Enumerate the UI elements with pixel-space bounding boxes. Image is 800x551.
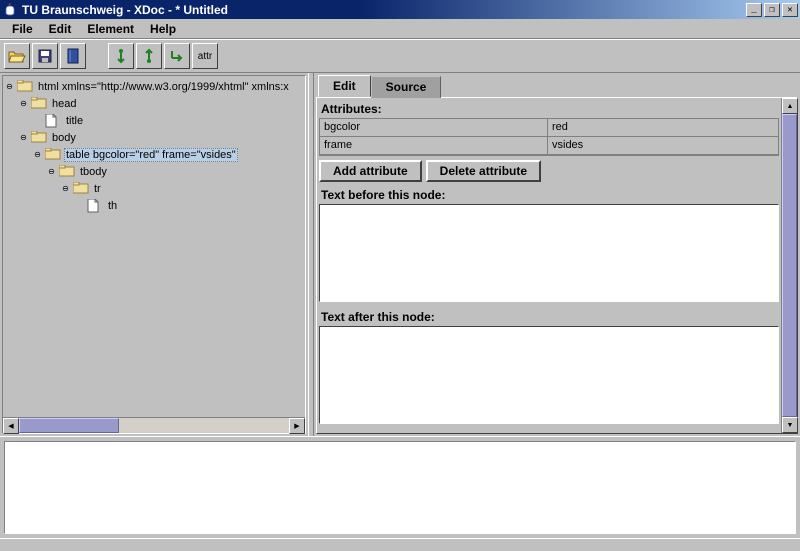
folder-icon (73, 182, 89, 195)
file-icon (87, 199, 103, 212)
tree-label: body (50, 132, 78, 144)
attr-name[interactable]: frame (320, 137, 548, 154)
attr-value[interactable]: vsides (548, 137, 778, 154)
tree-label: table bgcolor="red" frame="vsides" (64, 148, 238, 162)
tree-pane: ⊖ html xmlns="http://www.w3.org/1999/xht… (2, 75, 306, 434)
tree-row-head[interactable]: ⊖ head (5, 95, 303, 112)
scroll-track[interactable] (19, 418, 289, 433)
scroll-up-button[interactable]: ▲ (782, 98, 798, 114)
delete-attribute-button[interactable]: Delete attribute (426, 160, 541, 182)
save-button[interactable] (32, 43, 58, 69)
menu-bar: File Edit Element Help (0, 19, 800, 39)
attr-name[interactable]: bgcolor (320, 119, 548, 136)
close-button[interactable]: ✕ (782, 3, 798, 17)
tree-label: tr (92, 183, 103, 195)
scroll-thumb[interactable] (782, 114, 797, 417)
book-button[interactable] (60, 43, 86, 69)
folder-icon (45, 148, 61, 161)
tree-label: title (64, 115, 85, 127)
scroll-down-button[interactable]: ▼ (782, 417, 798, 433)
attribute-row[interactable]: frame vsides (320, 137, 778, 155)
vertical-splitter[interactable] (308, 73, 314, 436)
tree-row-html[interactable]: ⊖ html xmlns="http://www.w3.org/1999/xht… (5, 78, 303, 95)
main-area: ⊖ html xmlns="http://www.w3.org/1999/xht… (0, 73, 800, 436)
tree-label: head (50, 98, 78, 110)
attribute-buttons: Add attribute Delete attribute (319, 156, 779, 186)
window-title: TU Braunschweig - XDoc - * Untitled (22, 3, 744, 17)
tree-label: html xmlns="http://www.w3.org/1999/xhtml… (36, 81, 291, 93)
folder-icon (31, 131, 47, 144)
attr-button[interactable]: attr (192, 43, 218, 69)
expand-toggle-icon[interactable]: ⊖ (61, 184, 70, 193)
tree-row-th[interactable]: th (5, 197, 303, 214)
toolbar: attr (0, 39, 800, 73)
attributes-header: Attributes: (319, 100, 779, 118)
tree-label: tbody (78, 166, 109, 178)
maximize-button[interactable]: ❐ (764, 3, 780, 17)
tree-label: th (106, 200, 119, 212)
text-after-input[interactable] (319, 326, 779, 424)
expand-toggle-icon[interactable]: ⊖ (19, 133, 28, 142)
add-attribute-button[interactable]: Add attribute (319, 160, 422, 182)
status-bar (0, 538, 800, 548)
tree-row-body[interactable]: ⊖ body (5, 129, 303, 146)
menu-help[interactable]: Help (142, 20, 184, 38)
file-icon (45, 114, 61, 127)
expand-toggle-icon[interactable]: ⊖ (47, 167, 56, 176)
tree-row-tbody[interactable]: ⊖ tbody (5, 163, 303, 180)
tree-row-tr[interactable]: ⊖ tr (5, 180, 303, 197)
horizontal-scrollbar[interactable]: ◀ ▶ (3, 417, 305, 433)
editor-pane: Edit Source Attributes: bgcolor red fram… (316, 75, 798, 434)
output-area[interactable] (4, 441, 796, 534)
insert-before-button[interactable] (108, 43, 134, 69)
scroll-thumb[interactable] (19, 418, 119, 433)
java-cup-icon (2, 2, 18, 18)
scroll-right-button[interactable]: ▶ (289, 418, 305, 434)
attributes-table[interactable]: bgcolor red frame vsides (319, 118, 779, 156)
text-after-label: Text after this node: (319, 308, 779, 326)
scroll-left-button[interactable]: ◀ (3, 418, 19, 434)
minimize-button[interactable]: _ (746, 3, 762, 17)
menu-file[interactable]: File (4, 20, 41, 38)
insert-child-button[interactable] (164, 43, 190, 69)
folder-icon (17, 80, 33, 93)
bottom-pane (0, 436, 800, 538)
insert-after-button[interactable] (136, 43, 162, 69)
text-before-input[interactable] (319, 204, 779, 302)
vertical-scrollbar[interactable]: ▲ ▼ (781, 98, 797, 433)
folder-icon (31, 97, 47, 110)
tab-source[interactable]: Source (371, 76, 442, 98)
attribute-row[interactable]: bgcolor red (320, 119, 778, 137)
expand-toggle-icon[interactable]: ⊖ (33, 150, 42, 159)
menu-element[interactable]: Element (79, 20, 142, 38)
folder-icon (59, 165, 75, 178)
edit-panel: Attributes: bgcolor red frame vsides Add… (317, 98, 781, 433)
open-button[interactable] (4, 43, 30, 69)
text-before-label: Text before this node: (319, 186, 779, 204)
expand-toggle-icon[interactable]: ⊖ (19, 99, 28, 108)
tree-row-title[interactable]: title (5, 112, 303, 129)
attr-value[interactable]: red (548, 119, 778, 136)
tab-content: Attributes: bgcolor red frame vsides Add… (316, 97, 798, 434)
tree-row-table[interactable]: ⊖ table bgcolor="red" frame="vsides" (5, 146, 303, 163)
menu-edit[interactable]: Edit (41, 20, 80, 38)
window-titlebar: TU Braunschweig - XDoc - * Untitled _ ❐ … (0, 0, 800, 19)
expand-toggle-icon[interactable]: ⊖ (5, 82, 14, 91)
scroll-track[interactable] (782, 114, 797, 417)
tree-view[interactable]: ⊖ html xmlns="http://www.w3.org/1999/xht… (3, 76, 305, 417)
tab-edit[interactable]: Edit (318, 75, 371, 97)
tab-bar: Edit Source (316, 75, 798, 97)
